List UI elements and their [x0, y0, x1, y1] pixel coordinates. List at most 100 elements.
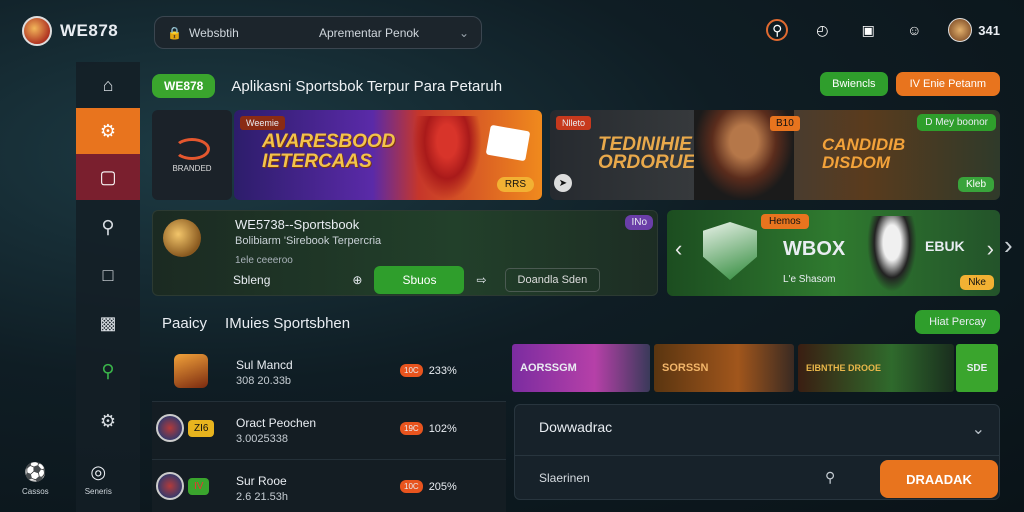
section-title: Paaicy: [162, 314, 208, 332]
banner-chip[interactable]: RRS: [496, 177, 534, 192]
list-item[interactable]: ZI6 Oract Peochen 3.0025338 19C 102%: [152, 402, 506, 460]
brand-banner-logo[interactable]: BRANDED: [152, 110, 232, 200]
banner-tag: B10: [770, 116, 800, 131]
match-name: Oract Peochen: [236, 416, 317, 430]
card-label: Sbleng: [233, 273, 271, 287]
match-time: 308 20.33b: [236, 375, 292, 387]
promo-tile[interactable]: SORSSN: [654, 344, 794, 392]
banner-tag[interactable]: D Mey boonor: [917, 114, 996, 131]
download-cta-button[interactable]: DRAADAK: [880, 460, 998, 498]
sidebar-bottom-cassos[interactable]: ⚽ Cassos: [22, 462, 49, 496]
sportsbook-card[interactable]: WE5738--Sportsbook Bolibiarm 'Sirebook T…: [152, 210, 658, 296]
lock-icon: 🔒: [167, 25, 182, 40]
green-header-button[interactable]: Bwiencls: [820, 72, 888, 96]
section-header: Paaicy IMuies Sportsbhen Hiat Percay: [162, 310, 1000, 334]
sidebar-item-zoom[interactable]: ⚲: [76, 348, 140, 394]
search-bar[interactable]: 🔒 Websbtih Aprementar Penok ⌄: [154, 16, 482, 49]
odds-value: 205%: [428, 480, 457, 493]
match-name: Sur Rooe: [236, 474, 287, 488]
search-value[interactable]: Websbtih: [189, 26, 309, 40]
orange-header-button[interactable]: IV Enie Petanm: [895, 72, 1000, 96]
match-time: 3.0025338: [236, 433, 288, 445]
card-chip[interactable]: Nke: [960, 275, 994, 290]
search-placeholder: Aprementar Penok: [319, 25, 420, 40]
page-title: Aplikasni Sportsbok Terpur Para Petaruh: [231, 77, 503, 95]
chevron-down-icon[interactable]: ⌄: [459, 26, 469, 40]
bell-icon[interactable]: ◴: [810, 18, 834, 42]
arrow-icon[interactable]: ➤: [554, 174, 572, 192]
card-title-2: EBUK: [925, 238, 965, 254]
match-time: 2.6 21.53h: [236, 491, 288, 503]
card-actions: Sbleng ⊕ Sbuos ⇨ Doandla Sden: [153, 265, 657, 295]
brand-name: WE878: [60, 21, 119, 40]
banner-tag: Nlleto: [556, 116, 592, 130]
team-crest-icon: [174, 354, 208, 388]
odds-tag: 19C: [400, 422, 423, 435]
promo-strip: AORSSGM SORSSN EIBNTHE DROOE SDE: [512, 344, 1000, 394]
brand-logo[interactable]: WE878: [22, 16, 118, 46]
sidebar-item-sports[interactable]: ⚙: [76, 108, 140, 154]
match-odds[interactable]: 19C 102%: [400, 422, 457, 435]
promo-banner-casino[interactable]: Weemie AVARESBOOD IETERCAAS RRS: [234, 110, 542, 200]
match-pill: IV: [188, 478, 210, 495]
search-icon[interactable]: ⚲: [825, 469, 835, 486]
promo-tile[interactable]: AORSSGM: [512, 344, 650, 392]
banner-chip[interactable]: Kleb: [957, 177, 994, 192]
subscribe-button[interactable]: Sbuos: [374, 266, 465, 294]
odds-tag: 10C: [400, 364, 423, 377]
chevron-left-icon[interactable]: ‹: [675, 236, 682, 262]
brand-banner-text: BRANDED: [172, 163, 212, 173]
section-button[interactable]: Hiat Percay: [915, 310, 1000, 334]
promo-tile[interactable]: SDE: [956, 344, 998, 392]
chat-icon: ▢: [99, 166, 117, 187]
match-list: Sul Mancd 308 20.33b 10C 233% ZI6 Oract …: [152, 344, 506, 512]
ball-icon: ⚙: [99, 120, 117, 141]
odds-value: 102%: [428, 422, 457, 435]
add-icon[interactable]: ⊕: [352, 273, 362, 287]
clipboard-icon: ▩: [99, 312, 117, 333]
card-badge: INo: [625, 215, 653, 230]
chevron-right-icon[interactable]: ›: [987, 236, 994, 262]
card-subtitle: Bolibiarm 'Sirebook Terpercria: [235, 235, 382, 247]
team-crest-icon: [156, 472, 184, 500]
wbox-card[interactable]: ‹ Hemos WBOX L'e Shasom EBUK Nke ›: [667, 210, 1000, 296]
banner-headline: AVARESBOOD IETERCAAS: [262, 131, 396, 172]
sidebar-item-live[interactable]: ▢: [76, 154, 140, 200]
match-odds[interactable]: 10C 233%: [400, 364, 457, 377]
shield-icon: [703, 222, 757, 280]
card-title: WE5738--Sportsbook: [235, 217, 360, 232]
brand-pill[interactable]: WE878: [152, 74, 216, 98]
panel-input[interactable]: Slaerinen: [539, 471, 590, 485]
section-subtitle: IMuies Sportsbhen: [225, 314, 351, 332]
odds-value: 233%: [428, 364, 457, 377]
panel-title: Dowwadrac: [539, 419, 613, 435]
match-odds[interactable]: 10C 205%: [400, 480, 457, 493]
emoji-icon[interactable]: ☺: [902, 18, 926, 42]
divider: [515, 455, 999, 456]
zoom-icon: ⚲: [101, 360, 115, 381]
list-item[interactable]: Sul Mancd 308 20.33b 10C 233%: [152, 344, 506, 402]
sidebar-item-settings[interactable]: ⚙: [76, 398, 140, 444]
sidebar-item-messages[interactable]: □: [76, 252, 140, 298]
sidebar-bottom-seneris[interactable]: ◎ Seneris: [85, 462, 112, 496]
avatar[interactable]: [948, 18, 973, 42]
sidebar-item-clipboard[interactable]: ▩: [76, 300, 140, 346]
top-bar: WE878 🔒 Websbtih Aprementar Penok ⌄ ⚲ ◴ …: [0, 0, 1024, 62]
promo-tile[interactable]: EIBNTHE DROOE: [798, 344, 954, 392]
odds-tag: 10C: [400, 480, 423, 493]
sidebar-item-home[interactable]: ⌂: [76, 62, 140, 108]
camera-icon[interactable]: ▣: [856, 18, 880, 42]
sidebar-item-search[interactable]: ⚲: [76, 204, 140, 250]
team-crest-icon: [156, 414, 184, 442]
main-content: WE878 Aplikasni Sportsbok Terpur Para Pe…: [152, 62, 1002, 512]
cards-image: [485, 124, 531, 162]
list-item[interactable]: IV Sur Rooe 2.6 21.53h 10C 205%: [152, 460, 506, 512]
chevron-down-icon[interactable]: ⌄: [972, 419, 985, 439]
chevron-right-icon[interactable]: ›: [1004, 230, 1013, 261]
banner-headline-2: CANDIDIB DISDOM: [822, 135, 906, 172]
card-title: WBOX: [783, 238, 846, 260]
search-icon[interactable]: ⚲: [766, 19, 789, 41]
arrow-right-icon[interactable]: ⇨: [476, 273, 486, 287]
promo-banner-sports[interactable]: Nlleto TEDINIHIE ORDORUE B10 CANDIDIB DI…: [550, 110, 1000, 200]
download-button[interactable]: Doandla Sden: [504, 268, 601, 292]
